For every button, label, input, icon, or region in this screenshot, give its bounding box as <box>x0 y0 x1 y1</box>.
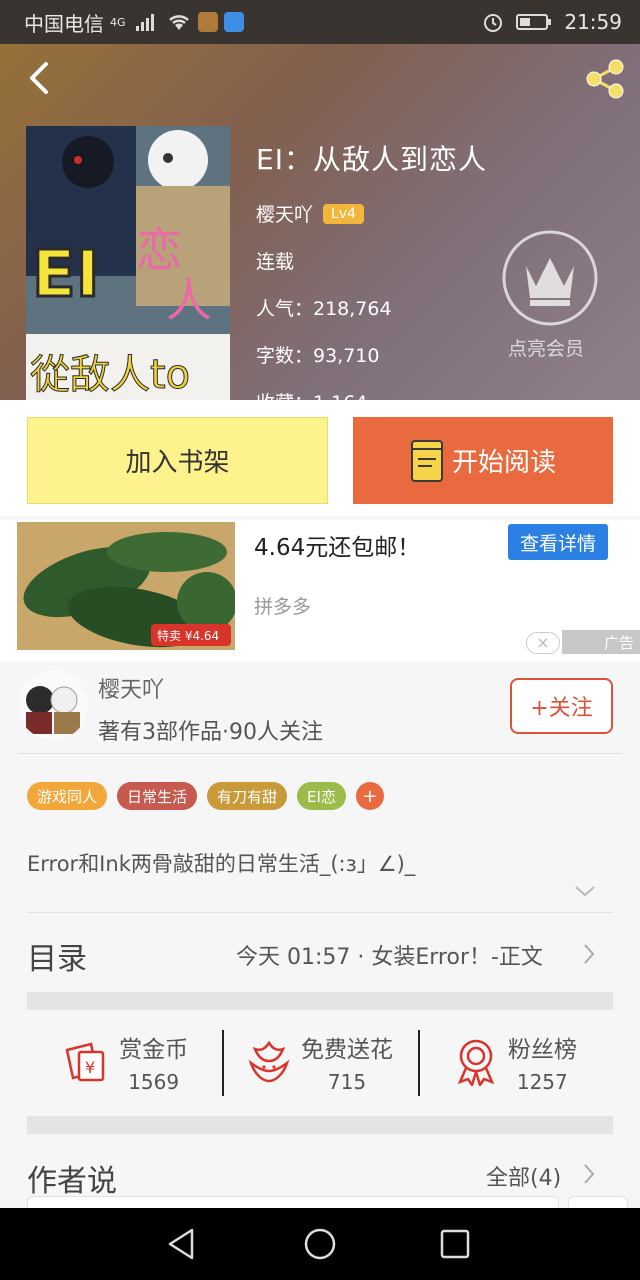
reward-title: 粉丝榜 <box>507 1037 577 1063</box>
author-stats: 著有3部作品·90人关注 <box>98 720 323 745</box>
alarm-icon <box>484 14 503 32</box>
author-says-all[interactable]: 全部(4) <box>486 1160 561 1192</box>
wifi-icon <box>168 15 189 30</box>
send-flower-button[interactable]: 免费送花 715 <box>222 1012 417 1112</box>
crown-icon[interactable] <box>500 228 600 328</box>
reward-title: 赏金币 <box>119 1037 189 1063</box>
author-card-name[interactable]: 樱天吖 <box>98 672 164 704</box>
membership-label[interactable]: 点亮会员 <box>508 334 584 361</box>
action-bar: 加入书架 开始阅读 <box>0 400 640 516</box>
network-type: 4G <box>110 15 126 29</box>
divider <box>17 753 623 754</box>
signal-icon <box>135 14 154 31</box>
red-envelope-icon: ¥ <box>65 1042 105 1082</box>
fan-ranking-button[interactable]: 粉丝榜 1257 <box>417 1012 613 1112</box>
ad-detail-label: 查看详情 <box>519 532 596 555</box>
divider <box>27 912 613 913</box>
author-card: 樱天吖 著有3部作品·90人关注 +关注 <box>0 662 640 754</box>
avatar[interactable] <box>18 670 88 740</box>
author-row: 樱天吖 Lv4 <box>256 200 487 227</box>
book-cover[interactable]: EI 恋 人 從敌人to <box>26 126 230 400</box>
reward-count: 1257 <box>516 1070 568 1094</box>
reward-coin-button[interactable]: ¥ 赏金币 1569 <box>27 1012 222 1112</box>
ad-label: 广告 <box>562 630 640 654</box>
ad-title[interactable]: 4.64元还包邮！ <box>254 528 420 562</box>
carrier-name: 中国电信 <box>24 11 104 36</box>
author-says-label[interactable]: 作者说 <box>27 1156 117 1200</box>
book-description: Error和Ink两骨敲甜的日常生活_(:з」∠)_ <box>27 852 416 876</box>
recents-square-icon[interactable] <box>437 1226 473 1262</box>
ad-banner[interactable]: 特卖 ¥4.64 4.64元还包邮！ 查看详情 拼多多 × 广告 <box>0 520 640 662</box>
add-to-shelf-button[interactable]: 加入书架 <box>27 417 328 504</box>
music-app-icon <box>223 12 244 32</box>
tag-item[interactable]: EI恋 <box>297 782 346 810</box>
follow-button[interactable]: +关注 <box>510 678 613 734</box>
ad-source: 拼多多 <box>254 596 312 618</box>
book-header: EI 恋 人 從敌人to EI：从敌人到恋人 樱天吖 Lv4 连载 人气：218… <box>0 44 640 400</box>
share-icon[interactable] <box>580 54 630 104</box>
flower-icon <box>248 1040 290 1083</box>
book-status: 连载 <box>256 251 295 273</box>
svg-text:EI: EI <box>32 238 100 312</box>
author-name[interactable]: 樱天吖 <box>256 200 313 227</box>
tag-list: 游戏同人 日常生活 有刀有甜 EI恋 + <box>27 782 384 810</box>
ad-detail-button[interactable]: 查看详情 <box>508 524 608 560</box>
svg-text:¥: ¥ <box>85 1058 95 1077</box>
section-divider <box>27 992 613 1010</box>
level-badge: Lv4 <box>323 203 365 224</box>
start-reading-label: 开始阅读 <box>451 448 556 478</box>
chevron-down-icon[interactable] <box>574 884 596 898</box>
reward-row: ¥ 赏金币 1569 免费送花 715 粉丝榜 1257 <box>27 1012 613 1112</box>
system-nav-bar <box>0 1208 640 1280</box>
section-divider <box>27 1116 613 1134</box>
ad-price-tag: 特卖 ¥4.64 <box>157 628 219 643</box>
ad-image[interactable]: 特卖 ¥4.64 <box>17 522 235 650</box>
svg-text:人: 人 <box>166 273 212 327</box>
book-title: EI：从敌人到恋人 <box>256 143 487 176</box>
back-arrow-icon[interactable] <box>20 58 60 98</box>
book-info: EI：从敌人到恋人 樱天吖 Lv4 连载 人气：218,764 字数：93,71… <box>256 138 487 400</box>
chevron-right-icon[interactable] <box>582 1162 596 1186</box>
battery-icon <box>516 14 552 30</box>
home-circle-icon[interactable] <box>302 1226 338 1262</box>
status-bar: 中国电信 4G 21:59 <box>0 0 640 44</box>
game-app-icon <box>197 12 218 32</box>
word-count: 字数：93,710 <box>256 345 380 367</box>
chevron-right-icon[interactable] <box>582 942 596 966</box>
ad-close-icon[interactable]: × <box>526 632 560 654</box>
follow-label: +关注 <box>530 696 593 721</box>
medal-icon <box>457 1039 495 1086</box>
reward-count: 1569 <box>128 1070 180 1094</box>
svg-text:恋: 恋 <box>136 223 182 277</box>
book-icon <box>410 439 443 482</box>
add-tag-button[interactable]: + <box>355 782 384 810</box>
clock: 21:59 <box>564 10 622 34</box>
tag-item[interactable]: 有刀有甜 <box>207 782 288 810</box>
tag-item[interactable]: 日常生活 <box>117 782 198 810</box>
popularity: 人气：218,764 <box>256 298 392 320</box>
start-reading-button[interactable]: 开始阅读 <box>353 417 613 504</box>
back-triangle-icon[interactable] <box>164 1226 200 1262</box>
toc-label[interactable]: 目录 <box>27 934 87 978</box>
tag-item[interactable]: 游戏同人 <box>27 782 108 810</box>
add-to-shelf-label: 加入书架 <box>125 448 230 478</box>
favorites-count: 收藏：1,164 <box>256 388 487 400</box>
reward-title: 免费送花 <box>300 1037 393 1063</box>
ad-tag-text: 广告 <box>603 633 634 652</box>
latest-chapter[interactable]: 今天 01:57 · 女装Error！-正文 <box>236 939 572 971</box>
reward-count: 715 <box>327 1070 367 1094</box>
svg-text:從敌人to: 從敌人to <box>30 352 190 398</box>
